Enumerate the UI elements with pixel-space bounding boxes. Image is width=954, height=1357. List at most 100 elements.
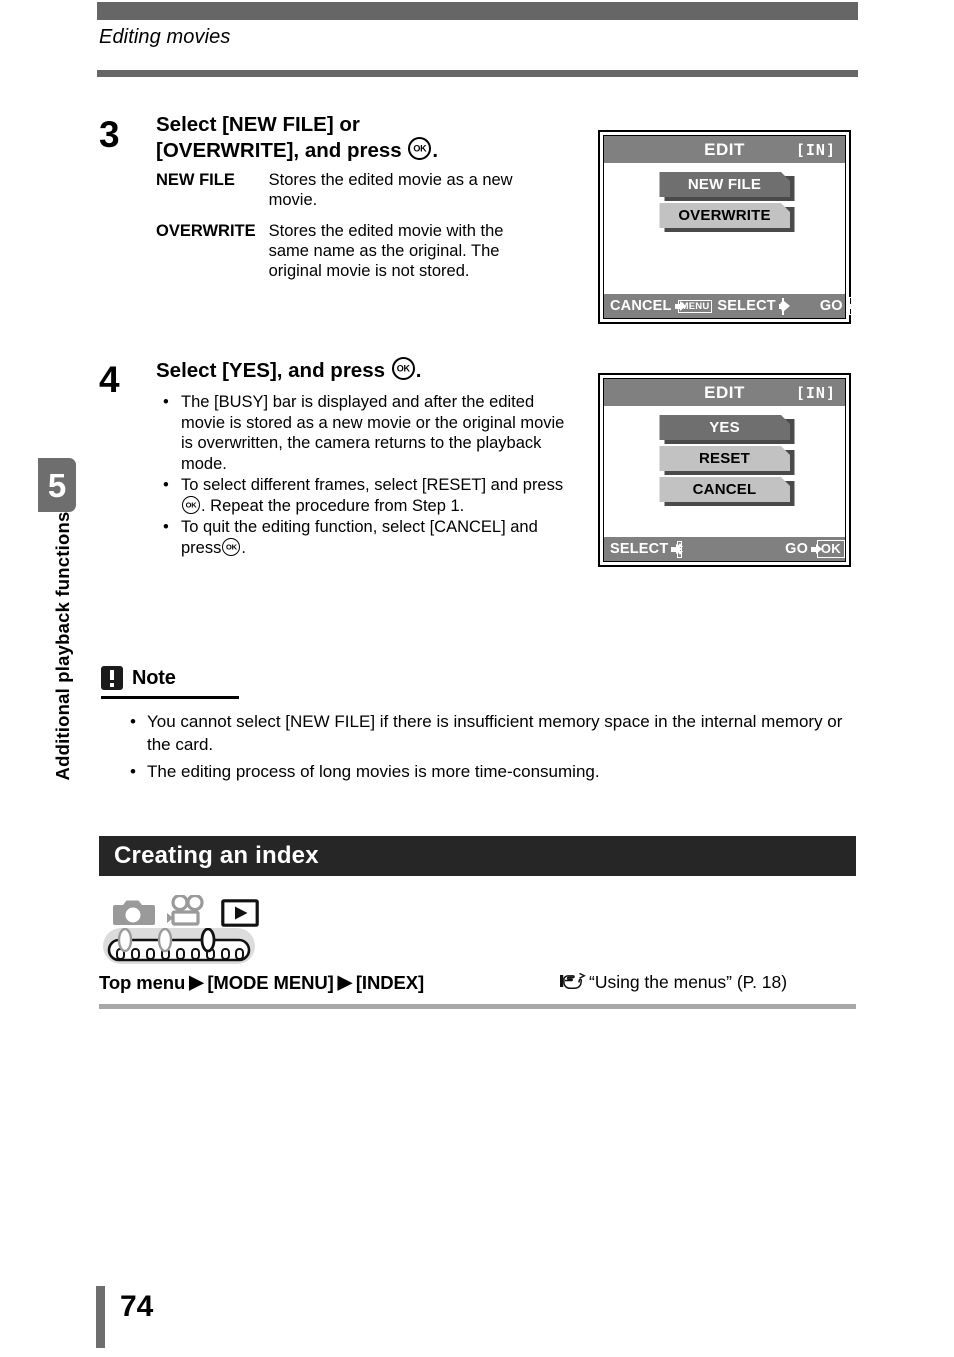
- definition-description: Stores the edited movie with the same na…: [268, 222, 504, 280]
- lcd-status-select-label: SELECT: [717, 297, 776, 314]
- note-title: Note: [132, 666, 176, 689]
- arrow-right-icon: [671, 543, 682, 555]
- step-4-title: Select [YES], and press OK.: [156, 357, 569, 383]
- list-item: • To select different frames, select [RE…: [156, 475, 569, 516]
- step-4-title-period: .: [415, 359, 422, 382]
- step-3-title-period: .: [432, 139, 439, 162]
- note-body: • You cannot select [NEW FILE] if there …: [125, 710, 847, 787]
- lcd-menu-item-new-file[interactable]: NEW FILE: [659, 172, 790, 197]
- list-item: • The editing process of long movies is …: [125, 760, 847, 783]
- lcd-menu-item-wrap[interactable]: NEW FILE: [659, 172, 794, 201]
- section-bottom-rule: [99, 1004, 856, 1009]
- lcd-screen-edit-newfile: EDIT [IN] NEW FILE OVERWRITE CANCEL MENU…: [598, 130, 877, 324]
- note-bullet-list: • You cannot select [NEW FILE] if there …: [125, 710, 847, 783]
- lcd-title-bar: EDIT [IN]: [604, 379, 845, 406]
- lcd-menu-field: NEW FILE OVERWRITE: [604, 163, 845, 294]
- still-camera-icon: [113, 897, 155, 927]
- lcd-status-bar: CANCEL MENU SELECT GO OK: [604, 294, 877, 318]
- definition-description: Stores the edited movie as a new movie.: [268, 171, 513, 209]
- step-4-number: 4: [99, 359, 120, 400]
- lcd-menu-item-yes[interactable]: YES: [659, 415, 790, 440]
- lcd-status-go-label: GO: [819, 297, 843, 314]
- manual-page: Editing movies 5 Additional playback fun…: [0, 0, 954, 1357]
- lcd-menu-list: NEW FILE OVERWRITE: [659, 172, 794, 234]
- chevron-right-icon: ▶: [189, 971, 204, 992]
- lcd-menu-list: YES RESET CANCEL: [659, 415, 794, 508]
- lcd-menu-item-wrap[interactable]: OVERWRITE: [659, 203, 794, 232]
- menu-path-top: Top menu: [99, 972, 186, 993]
- bullet-marker: •: [163, 476, 169, 494]
- menu-path: Top menu ▶ [MODE MENU] ▶ [INDEX]: [99, 971, 424, 994]
- lcd-menu-field: YES RESET CANCEL: [604, 406, 845, 537]
- bullet-marker: •: [130, 712, 136, 731]
- memory-indicator: [IN]: [795, 140, 836, 159]
- section-heading: Creating an index: [114, 842, 319, 869]
- note-header: Note: [101, 666, 861, 690]
- top-decorative-bar: [97, 2, 858, 20]
- note-bullet-text: You cannot select [NEW FILE] if there is…: [147, 712, 843, 754]
- pointing-hand-icon: [560, 972, 586, 995]
- lcd-menu-item-cancel[interactable]: CANCEL: [659, 477, 790, 502]
- lcd-status-select-label: SELECT: [610, 540, 669, 557]
- list-item: • The [BUSY] bar is displayed and after …: [156, 392, 569, 474]
- ok-button-icon: OK: [222, 537, 241, 556]
- lcd-status-bar: SELECT GO OK: [604, 537, 845, 561]
- bullet-marker: •: [163, 393, 169, 411]
- updown-pad-icon: [677, 540, 683, 558]
- running-head: Editing movies: [99, 26, 231, 48]
- list-item: • You cannot select [NEW FILE] if there …: [125, 710, 847, 756]
- bullet-text-post: . Repeat the procedure from Step 1.: [201, 496, 465, 515]
- lcd-menu-item-wrap[interactable]: YES: [659, 415, 794, 444]
- step-3-number: 3: [99, 114, 120, 155]
- step-4: 4 Select [YES], and press OK. • The [BUS…: [99, 357, 569, 559]
- mode-icon-row: [113, 893, 259, 927]
- lcd-status-cancel-label: CANCEL: [610, 297, 672, 314]
- updown-pad-icon: [781, 297, 784, 315]
- lcd-title-bar: EDIT [IN]: [604, 136, 845, 163]
- step-3-definition-table: NEW FILE Stores the edited movie as a ne…: [156, 170, 519, 292]
- definition-row: OVERWRITE Stores the edited movie with t…: [156, 221, 519, 292]
- lcd-status-go-label: GO: [785, 540, 809, 557]
- lcd-menu-item-wrap[interactable]: RESET: [659, 446, 794, 475]
- cross-reference-text[interactable]: “Using the menus” (P. 18): [589, 972, 787, 992]
- lcd-screen-edit-yes: EDIT [IN] YES RESET CANCEL SELECT GO OK: [598, 373, 851, 567]
- definition-term: NEW FILE: [156, 171, 235, 189]
- cross-reference: “Using the menus” (P. 18): [560, 972, 787, 995]
- chevron-right-icon: ▶: [337, 971, 352, 992]
- lcd-menu-item-reset[interactable]: RESET: [659, 446, 790, 471]
- arrow-right-icon: [811, 543, 822, 555]
- note-block: Note: [101, 666, 861, 690]
- note-underline: [101, 696, 239, 699]
- bullet-marker: •: [130, 762, 136, 781]
- bullet-text-post: .: [241, 538, 246, 557]
- step-3-title: Select [NEW FILE] or [OVERWRITE], and pr…: [156, 112, 569, 163]
- definition-term: OVERWRITE: [156, 222, 256, 240]
- mode-dial-graphic: [103, 928, 255, 964]
- lcd-menu-item-overwrite[interactable]: OVERWRITE: [659, 203, 790, 228]
- lcd-inner: EDIT [IN] YES RESET CANCEL SELECT GO OK: [603, 378, 846, 562]
- step-3-title-line2: [OVERWRITE], and press: [156, 139, 402, 162]
- definition-row: NEW FILE Stores the edited movie as a ne…: [156, 170, 519, 221]
- step-4-title-text: Select [YES], and press: [156, 359, 386, 382]
- bullet-text: The [BUSY] bar is displayed and after th…: [181, 393, 565, 473]
- bullet-text-pre: To select different frames, select [RESE…: [181, 476, 564, 494]
- list-item: • To quit the editing function, select […: [156, 517, 569, 558]
- menu-path-mode-menu: [MODE MENU]: [207, 972, 334, 993]
- menu-path-index: [INDEX]: [355, 972, 425, 993]
- section-heading-bar: Creating an index: [99, 836, 856, 876]
- note-bullet-text: The editing process of long movies is mo…: [147, 762, 600, 781]
- lcd-menu-item-wrap[interactable]: CANCEL: [659, 477, 794, 506]
- page-number-bar: [96, 1286, 105, 1348]
- warning-exclamation-icon: [101, 666, 123, 690]
- step-3-title-line1: Select [NEW FILE] or: [156, 113, 360, 136]
- chapter-label: Additional playback functions: [52, 511, 73, 781]
- lcd-inner: EDIT [IN] NEW FILE OVERWRITE CANCEL MENU…: [603, 135, 877, 319]
- ok-button-icon: OK: [182, 495, 200, 514]
- playback-icon: [221, 899, 259, 927]
- page-number: 74: [120, 1290, 154, 1323]
- ok-button-icon: OK: [408, 137, 432, 160]
- movie-camera-icon: [167, 893, 209, 927]
- bullet-marker: •: [163, 518, 169, 536]
- memory-indicator: [IN]: [795, 383, 836, 402]
- step-4-bullet-list: • The [BUSY] bar is displayed and after …: [156, 392, 569, 558]
